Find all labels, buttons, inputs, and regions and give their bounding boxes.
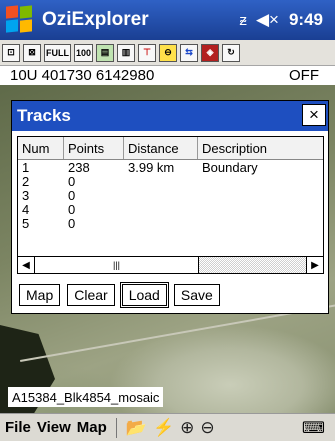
cell-description <box>198 202 323 216</box>
table-header: Num Points Distance Description <box>18 137 323 160</box>
zoom-in-icon[interactable]: ⊕ <box>180 418 194 438</box>
column-header-description[interactable]: Description <box>198 137 323 159</box>
tracks-dialog: Tracks × Num Points Distance Description… <box>11 100 329 314</box>
cell-description: Boundary <box>202 160 258 175</box>
toolbar-button-11[interactable]: ↻ <box>222 43 241 62</box>
cell-points: 0 <box>68 202 76 217</box>
gps-state: OFF <box>289 67 319 84</box>
system-tray: ᵶ ◀× 9:49 <box>239 10 323 30</box>
cell-num: 2 <box>22 174 30 189</box>
title-bar: OziExplorer ᵶ ◀× 9:49 <box>0 0 335 40</box>
toolbar: ⊡ ⊠ FULL 100 ▤ ▥ ⊤ ⊖ ⇆ ◈ ↻ <box>0 40 335 66</box>
scroll-track[interactable]: ||| <box>35 257 306 273</box>
column-header-num[interactable]: Num <box>18 137 64 159</box>
coordinate-readout: 10U 401730 6142980 <box>10 67 155 84</box>
toolbar-button-10[interactable]: ◈ <box>201 43 220 62</box>
menu-divider <box>115 417 117 438</box>
cell-num: 4 <box>22 202 30 217</box>
status-row: 10U 401730 6142980 OFF <box>0 66 335 85</box>
cell-points: 238 <box>68 160 90 175</box>
dialog-header: Tracks × <box>12 101 328 131</box>
start-menu-icon[interactable] <box>6 5 34 34</box>
table-row[interactable]: 5 0 <box>18 216 323 231</box>
table-row[interactable]: 4 0 <box>18 202 323 217</box>
cell-num: 1 <box>22 160 30 175</box>
cell-distance <box>124 202 198 216</box>
menu-bar: File View Map 📂 ⚡ ⊕ ⊖ ⌨ <box>0 413 335 441</box>
column-header-points[interactable]: Points <box>64 137 124 159</box>
close-button[interactable]: × <box>302 104 326 126</box>
load-button[interactable]: Load <box>119 282 169 308</box>
cell-distance <box>124 174 198 188</box>
save-button[interactable]: Save <box>173 284 220 306</box>
cell-description <box>198 216 323 230</box>
cell-points: 0 <box>68 188 76 203</box>
open-folder-icon[interactable]: 📂 <box>126 418 147 438</box>
volume-icon[interactable]: ◀× <box>256 10 279 30</box>
connectivity-icon[interactable]: ᵶ <box>239 12 246 29</box>
column-header-distance[interactable]: Distance <box>124 137 198 159</box>
cell-distance <box>124 216 198 230</box>
table-row[interactable]: 3 0 <box>18 188 323 203</box>
clock[interactable]: 9:49 <box>289 10 323 30</box>
cell-description <box>198 174 323 188</box>
full-screen-button[interactable]: FULL <box>44 43 71 62</box>
cell-points: 0 <box>68 174 76 189</box>
toolbar-button-1[interactable]: ⊡ <box>2 43 20 62</box>
dialog-button-row: Map Clear Load Save <box>19 282 220 308</box>
map-menu[interactable]: Map <box>77 419 107 436</box>
toolbar-button-8[interactable]: ⊖ <box>159 43 178 62</box>
zoom-out-icon[interactable]: ⊖ <box>200 418 214 438</box>
scroll-right-icon[interactable]: ▶ <box>306 257 323 273</box>
file-menu[interactable]: File <box>5 419 31 436</box>
tracks-table: Num Points Distance Description 1 238 3.… <box>17 136 324 274</box>
table-row[interactable]: 2 0 <box>18 174 323 189</box>
gps-icon[interactable]: ⚡ <box>153 418 174 438</box>
toolbar-button-9[interactable]: ⇆ <box>180 43 199 62</box>
map-name-label: A15384_Blk4854_mosaic <box>8 387 164 407</box>
cell-num: 5 <box>22 216 30 231</box>
keyboard-icon[interactable]: ⌨ <box>302 418 325 438</box>
cell-distance: 3.99 km <box>128 160 175 175</box>
dialog-title: Tracks <box>17 106 71 125</box>
view-menu[interactable]: View <box>37 419 71 436</box>
scroll-left-icon[interactable]: ◀ <box>18 257 35 273</box>
horizontal-scrollbar[interactable]: ◀ ||| ▶ <box>18 256 323 273</box>
scroll-thumb[interactable]: ||| <box>35 257 199 273</box>
cell-description <box>198 188 323 202</box>
app-title: OziExplorer <box>42 9 149 30</box>
table-row[interactable]: 1 238 3.99 km Boundary <box>18 160 323 175</box>
cell-num: 3 <box>22 188 30 203</box>
clear-button[interactable]: Clear <box>67 284 115 306</box>
cell-points: 0 <box>68 216 76 231</box>
cell-distance <box>124 188 198 202</box>
toolbar-button-2[interactable]: ⊠ <box>23 43 41 62</box>
toolbar-button-6[interactable]: ▥ <box>117 43 136 62</box>
map-button[interactable]: Map <box>19 284 61 306</box>
toolbar-button-7[interactable]: ⊤ <box>138 43 157 62</box>
zoom-100-button[interactable]: 100 <box>74 43 94 62</box>
toolbar-button-5[interactable]: ▤ <box>96 43 115 62</box>
